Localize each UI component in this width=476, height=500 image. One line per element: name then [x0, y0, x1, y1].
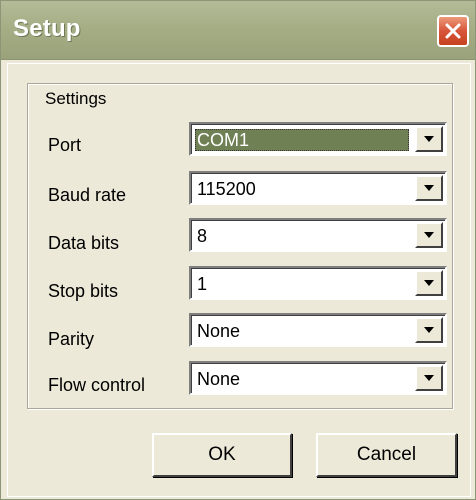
title-bar[interactable]: Setup [1, 1, 475, 60]
stop-bits-label: Stop bits [48, 281, 119, 301]
data-bits-combo[interactable]: 8 [189, 218, 447, 252]
port-dropdown-button[interactable] [415, 126, 443, 152]
ok-button[interactable]: OK [152, 433, 292, 477]
port-value: COM1 [195, 129, 409, 151]
settings-group-label: Settings [41, 89, 111, 109]
chevron-down-icon [424, 232, 434, 238]
baud-rate-label: Baud rate [48, 185, 127, 205]
stop-bits-dropdown-button[interactable] [415, 270, 443, 296]
baud-rate-dropdown-button[interactable] [415, 175, 443, 201]
chevron-down-icon [424, 185, 434, 191]
parity-dropdown-button[interactable] [415, 317, 443, 343]
data-bits-dropdown-button[interactable] [415, 222, 443, 248]
data-bits-value: 8 [197, 226, 208, 246]
baud-rate-combo[interactable]: 115200 [189, 171, 447, 205]
chevron-down-icon [424, 375, 434, 381]
chevron-down-icon [424, 136, 434, 142]
stop-bits-combo[interactable]: 1 [189, 266, 447, 300]
close-button[interactable] [437, 15, 469, 47]
chevron-down-icon [424, 280, 434, 286]
baud-rate-value: 115200 [197, 179, 256, 199]
stop-bits-value: 1 [197, 274, 208, 294]
cancel-button[interactable]: Cancel [316, 433, 457, 477]
port-combo[interactable]: COM1 [189, 122, 447, 156]
parity-combo[interactable]: None [189, 313, 447, 347]
chevron-down-icon [424, 327, 434, 333]
parity-label: Parity [48, 329, 95, 349]
window-title: Setup [13, 15, 81, 42]
flow-control-label: Flow control [48, 375, 146, 395]
close-x-icon [445, 23, 461, 39]
flow-control-value: None [197, 369, 241, 389]
flow-control-combo[interactable]: None [189, 361, 447, 395]
setup-dialog: Setup Settings Port COM1 Baud rate 11520… [0, 0, 476, 500]
port-label: Port [48, 135, 82, 155]
parity-value: None [197, 321, 241, 341]
flow-control-dropdown-button[interactable] [415, 365, 443, 391]
data-bits-label: Data bits [48, 233, 120, 253]
